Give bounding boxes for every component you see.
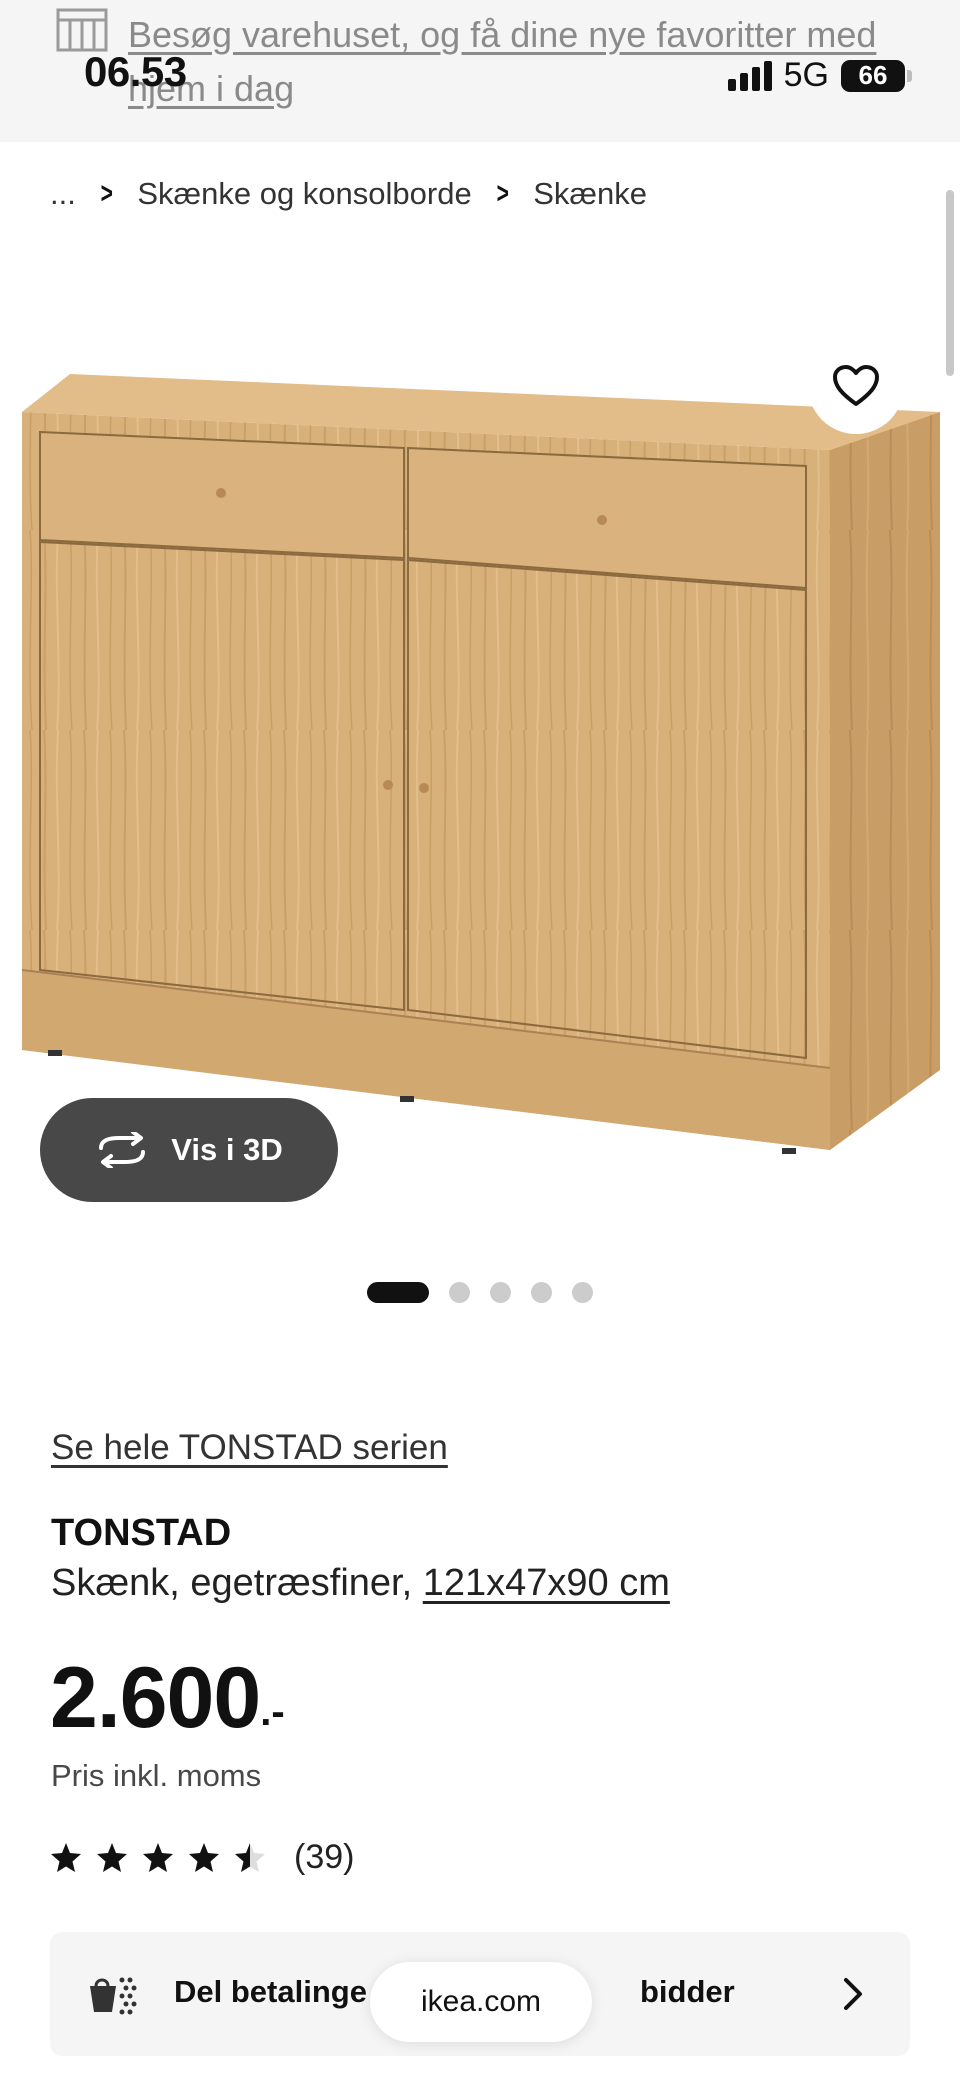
chevron-right-icon: > — [100, 177, 113, 210]
product-name: TONSTAD — [51, 1512, 232, 1554]
pagination-dot[interactable] — [490, 1282, 511, 1303]
view-in-3d-label: Vis i 3D — [171, 1132, 283, 1167]
product-description: Skænk, egetræsfiner, 121x47x90 cm — [51, 1562, 670, 1605]
chevron-right-icon: > — [496, 177, 509, 210]
star-full-icon — [97, 1842, 127, 1872]
view-in-3d-button[interactable]: Vis i 3D — [40, 1098, 338, 1202]
breadcrumb: ... > Skænke og konsolborde > Skænke — [50, 176, 647, 212]
payment-label: Del betalinge — [174, 1974, 367, 2009]
pagination-dot[interactable] — [572, 1282, 593, 1303]
price-suffix: .- — [260, 1690, 285, 1734]
battery-icon: 66 — [841, 59, 912, 92]
product-dimensions-link[interactable]: 121x47x90 cm — [423, 1562, 670, 1604]
payment-label-end: bidder — [640, 1974, 735, 2009]
signal-icon — [727, 60, 772, 91]
rating-stars — [50, 1842, 266, 1874]
rating[interactable]: (39) — [50, 1838, 354, 1877]
product-type: Skænk, egetræsfiner, — [51, 1562, 413, 1604]
star-full-icon — [189, 1842, 219, 1872]
rotate-3d-icon — [99, 1132, 146, 1168]
store-icon — [56, 8, 108, 52]
heart-icon — [833, 365, 879, 406]
vat-note: Pris inkl. moms — [51, 1758, 262, 1793]
network-type: 5G — [783, 56, 829, 94]
price: 2.600 .- — [50, 1648, 285, 1748]
star-full-icon — [143, 1842, 173, 1872]
price-amount: 2.600 — [50, 1650, 261, 1746]
payment-bag-icon — [90, 1977, 137, 2015]
breadcrumb-item-skaenke[interactable]: Skænke — [533, 176, 647, 212]
star-full-icon — [51, 1842, 81, 1872]
status-indicators: 5G 66 — [727, 56, 912, 95]
battery-level: 66 — [858, 60, 888, 90]
image-pagination — [0, 1282, 960, 1303]
rating-count: (39) — [294, 1838, 355, 1876]
pagination-dot[interactable] — [449, 1282, 470, 1303]
breadcrumb-item-skaenke-og-konsolborde[interactable]: Skænke og konsolborde — [137, 176, 471, 212]
status-time: 06.53 — [84, 48, 187, 95]
breadcrumb-ellipsis[interactable]: ... — [50, 176, 76, 212]
top-bar: Besøg varehuset, og få dine nye favoritt… — [0, 0, 960, 142]
favorite-button[interactable] — [808, 338, 904, 434]
star-half-icon — [235, 1842, 265, 1872]
pagination-dot-active[interactable] — [367, 1282, 429, 1303]
series-link[interactable]: Se hele TONSTAD serien — [51, 1428, 448, 1468]
browser-url-pill[interactable]: ikea.com — [370, 1962, 592, 2042]
pagination-dot[interactable] — [531, 1282, 552, 1303]
chevron-right-icon — [844, 1978, 862, 2010]
